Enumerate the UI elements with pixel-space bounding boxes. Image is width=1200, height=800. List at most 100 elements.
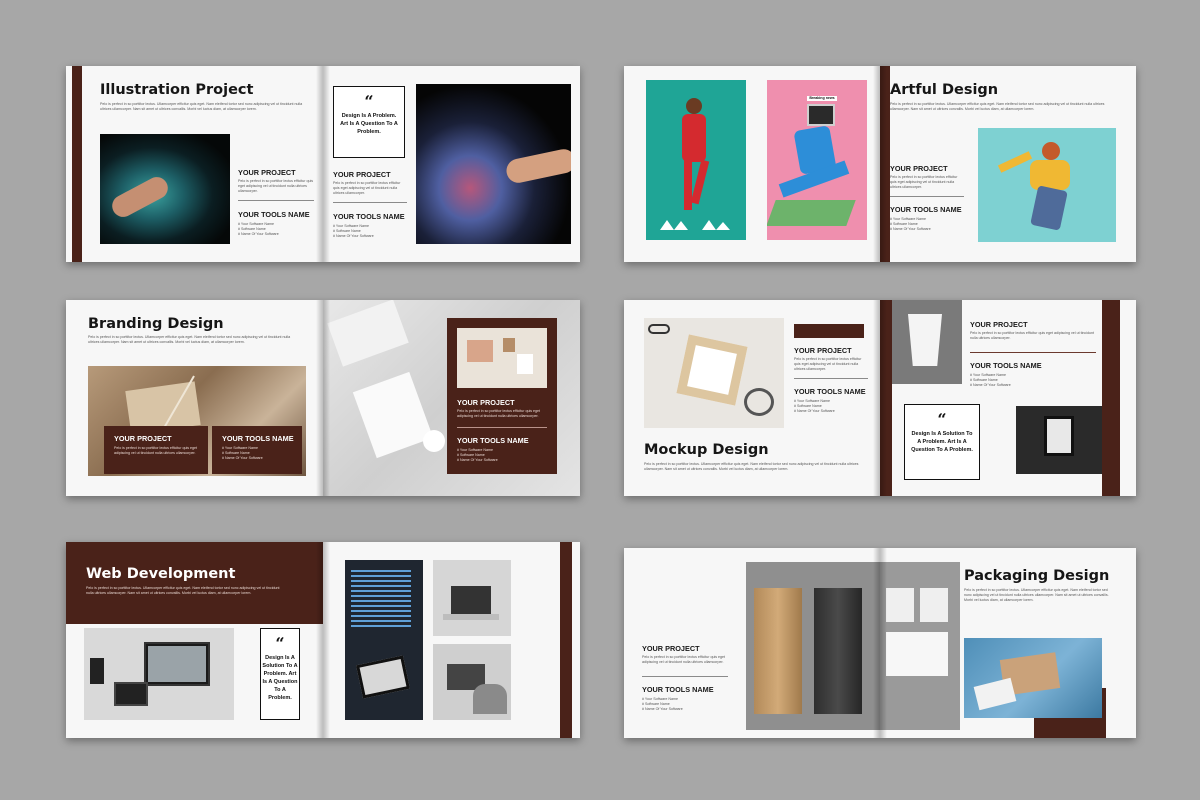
tools-list: # Your Software Name # Software Name # N…: [794, 399, 835, 414]
quote-icon: “: [275, 634, 285, 653]
kraft-box-image: [964, 638, 1102, 718]
divider: [457, 427, 547, 428]
spread-web-development[interactable]: Web Development Pelo is perfect in so po…: [66, 542, 580, 738]
project-text: Pelo is perfect in so porttitor lectus e…: [114, 446, 198, 456]
divider: [890, 196, 964, 197]
divider: [642, 676, 728, 677]
white-sachets-image: [880, 562, 960, 730]
body-text: Pelo is perfect in so porttitor lectus. …: [964, 588, 1109, 603]
tools-heading: YOUR TOOLS NAME: [457, 436, 529, 445]
wooden-frame-image: [644, 318, 784, 428]
right-page: YOUR PROJECT Pelo is perfect in so portt…: [323, 300, 580, 496]
tools-heading: YOUR TOOLS NAME: [642, 685, 714, 694]
right-page: Packaging Design Pelo is perfect in so p…: [880, 548, 1136, 738]
page-title: Mockup Design: [644, 442, 769, 458]
project-text: Pelo is perfect in so porttitor lectus e…: [238, 179, 314, 194]
quote-icon: “: [364, 92, 374, 111]
tools-heading: YOUR TOOLS NAME: [890, 205, 962, 214]
your-project-heading: YOUR PROJECT: [642, 644, 700, 653]
body-text: Pelo is perfect in so porttitor lectus. …: [644, 462, 859, 472]
project-text: Pelo is perfect in so porttitor lectus e…: [970, 331, 1094, 341]
body-text: Pelo is perfect in so porttitor lectus. …: [86, 586, 280, 596]
jumping-woman-image: [978, 128, 1116, 242]
page-title: Branding Design: [88, 316, 224, 332]
spread-mockup-design[interactable]: YOUR PROJECT Pelo is perfect in so portt…: [624, 300, 1136, 496]
your-project-heading: YOUR PROJECT: [794, 346, 852, 355]
spread-branding-design[interactable]: Branding Design Pelo is perfect in so po…: [66, 300, 580, 496]
page-title: Artful Design: [890, 82, 999, 98]
right-page: “ Design Is A Problem. Art Is A Question…: [323, 66, 580, 262]
tools-list: # Your Software Name # Software Name # N…: [457, 448, 498, 463]
page-title: Web Development: [86, 566, 236, 582]
project-text: Pelo is perfect in so porttitor lectus e…: [642, 655, 726, 665]
tools-heading: YOUR TOOLS NAME: [333, 212, 405, 221]
right-page: YOUR PROJECT Pelo is perfect in so portt…: [880, 300, 1136, 496]
divider: [238, 200, 314, 201]
left-page: YOUR PROJECT Pelo is perfect in so portt…: [624, 548, 880, 738]
project-text: Pelo is perfect in so porttitor lectus e…: [890, 175, 958, 190]
quote-text: Design Is A Solution To A Problem. Art I…: [262, 655, 298, 701]
powder-splash-image: [416, 84, 571, 244]
your-project-heading: YOUR PROJECT: [970, 320, 1028, 329]
your-project-heading: YOUR PROJECT: [890, 164, 948, 173]
quote-text: Design Is A Solution To A Problem. Art I…: [911, 431, 973, 453]
accent-strip-left: [880, 300, 892, 496]
left-page: Illustration Project Pelo is perfect in …: [66, 66, 323, 262]
tools-heading: YOUR TOOLS NAME: [238, 210, 310, 219]
left-page: Web Development Pelo is perfect in so po…: [66, 542, 323, 738]
page-title: Illustration Project: [100, 82, 254, 98]
accent-bar: [794, 324, 864, 338]
body-text: Pelo is perfect in so porttitor lectus. …: [890, 102, 1105, 112]
page-title: Packaging Design: [964, 568, 1110, 584]
right-page: [323, 542, 580, 738]
tools-list: # Your Software Name # Software Name # N…: [970, 373, 1011, 388]
your-project-heading: YOUR PROJECT: [238, 168, 296, 177]
spread-illustration-project[interactable]: Illustration Project Pelo is perfect in …: [66, 66, 580, 262]
laptop-desk-image: [433, 560, 511, 636]
tools-list: # Your Software Name # Software Name # N…: [333, 224, 374, 239]
tools-heading: YOUR TOOLS NAME: [794, 387, 866, 396]
accent-strip: [72, 66, 82, 262]
body-text: Pelo is perfect in so porttitor lectus. …: [100, 102, 303, 112]
quote-icon: “: [937, 410, 947, 429]
project-text: Pelo is perfect in so porttitor lectus e…: [333, 181, 401, 196]
tools-list: # Your Software Name # Software Name # N…: [890, 217, 931, 232]
tools-list: # Your Software Name # Software Name # N…: [642, 697, 683, 712]
tools-list: # Your Software Name # Software Name # N…: [238, 222, 279, 237]
divider: [333, 202, 407, 203]
project-text: Pelo is perfect in so porttitor lectus e…: [457, 409, 541, 419]
body-text: Pelo is perfect in so porttitor lectus. …: [88, 335, 291, 345]
powder-hand-image: [100, 134, 230, 244]
stationery-image: [457, 328, 547, 388]
pouches-image: [746, 562, 880, 730]
tools-heading: YOUR TOOLS NAME: [222, 434, 294, 443]
header-block: [66, 542, 323, 624]
man-boombox-image: Breaking news: [767, 80, 867, 240]
left-page: Branding Design Pelo is perfect in so po…: [66, 300, 323, 496]
accent-strip-right: [1102, 300, 1120, 496]
breaking-news-label: Breaking news: [807, 96, 837, 102]
tools-heading: YOUR TOOLS NAME: [970, 361, 1042, 370]
woman-red-suit-image: [646, 80, 746, 240]
project-text: Pelo is perfect in so porttitor lectus e…: [794, 357, 862, 372]
right-page: Artful Design Pelo is perfect in so port…: [880, 66, 1136, 262]
laptop-typing-image: [433, 644, 511, 720]
devices-image: [84, 628, 234, 720]
divider: [794, 378, 868, 379]
your-project-heading: YOUR PROJECT: [333, 170, 391, 179]
quote-box: “ Design Is A Solution To A Problem. Art…: [260, 628, 300, 720]
left-page: Breaking news: [624, 66, 880, 262]
divider: [970, 352, 1096, 353]
quote-box: “ Design Is A Solution To A Problem. Art…: [904, 404, 980, 480]
left-page: YOUR PROJECT Pelo is perfect in so portt…: [624, 300, 880, 496]
black-frame-image: [1016, 406, 1102, 474]
quote-text: Design Is A Problem. Art Is A Question T…: [340, 113, 398, 135]
your-project-heading: YOUR PROJECT: [457, 398, 515, 407]
coffee-cup-image: [892, 300, 962, 384]
spread-packaging-design[interactable]: YOUR PROJECT Pelo is perfect in so portt…: [624, 548, 1136, 738]
quote-box: “ Design Is A Problem. Art Is A Question…: [333, 86, 405, 158]
your-project-heading: YOUR PROJECT: [114, 434, 172, 443]
code-screen-image: [345, 560, 423, 720]
accent-strip: [560, 542, 572, 738]
spread-artful-design[interactable]: Breaking news Artful Design Pelo is perf…: [624, 66, 1136, 262]
